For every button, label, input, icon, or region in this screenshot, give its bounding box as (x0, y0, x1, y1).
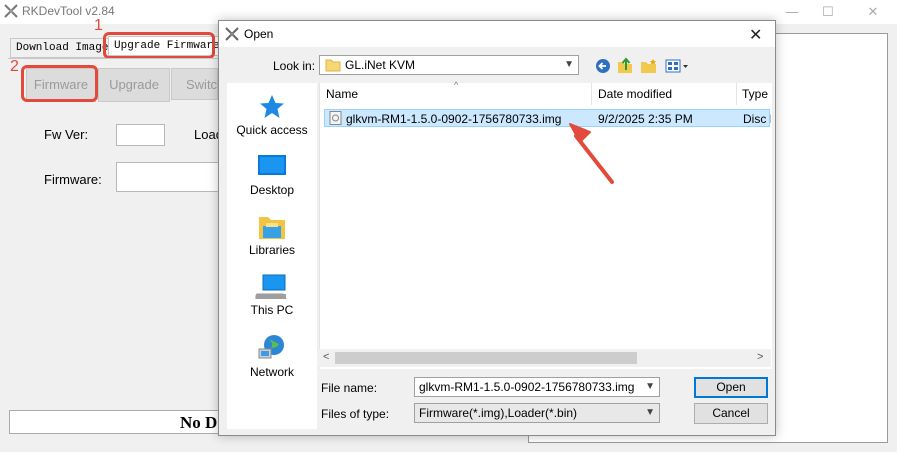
file-list: Name ^ Date modified Type glkvm-RM1-1.5.… (319, 80, 772, 369)
maximize-button[interactable]: ☐ (813, 3, 843, 21)
panel-border (8, 58, 220, 59)
fw-ver-label: Fw Ver: (44, 127, 89, 142)
open-button[interactable]: Open (694, 377, 768, 398)
dialog-title: Open (244, 27, 274, 41)
scroll-right-icon[interactable]: > (757, 351, 763, 363)
folder-icon (325, 59, 341, 72)
sort-up-icon: ^ (454, 80, 459, 90)
back-icon[interactable] (595, 58, 611, 74)
column-type[interactable]: Type (742, 87, 768, 101)
annotation-1: 1 (94, 17, 103, 34)
column-divider (736, 83, 737, 105)
desktop-icon (258, 155, 286, 175)
rk-tool-icon (4, 4, 18, 18)
place-quick-access[interactable]: Quick access (227, 93, 317, 137)
file-type-cell: Disc I (743, 112, 771, 126)
place-label: Libraries (248, 243, 296, 257)
file-row[interactable]: glkvm-RM1-1.5.0-0902-1756780733.img 9/2/… (324, 109, 771, 127)
fw-ver-field (116, 124, 165, 146)
status-bar: No D (9, 410, 221, 434)
file-name-label: File name: (321, 381, 378, 395)
subtab-switch[interactable]: Switch (171, 68, 224, 100)
highlight-firmware-subtab (21, 65, 98, 102)
place-label: This PC (250, 303, 294, 317)
place-this-pc[interactable]: This PC (227, 273, 317, 317)
dialog-close-icon[interactable]: ✕ (749, 25, 762, 45)
open-dialog: Open ✕ Look in: GL.iNet KVM ▼ Quick acce… (218, 20, 776, 436)
firmware-label: Firmware: (44, 172, 102, 187)
libraries-icon (259, 217, 285, 239)
file-name-value: glkvm-RM1-1.5.0-0902-1756780733.img (419, 380, 635, 394)
chevron-down-icon: ▼ (645, 381, 655, 392)
tab-download-image[interactable]: Download Image (10, 38, 115, 58)
highlight-upgrade-tab (103, 32, 215, 59)
look-in-dropdown[interactable]: GL.iNet KVM ▼ (319, 55, 579, 75)
view-menu-icon[interactable] (665, 58, 689, 74)
app-title: RKDevTool v2.84 (22, 4, 115, 18)
scrollbar-thumb[interactable] (335, 352, 637, 364)
places-bar: Quick access Desktop Libraries This PC N… (227, 83, 317, 429)
scroll-left-icon[interactable]: < (323, 351, 329, 363)
files-of-type-dropdown[interactable]: Firmware(*.img),Loader(*.bin) ▼ (414, 403, 660, 423)
files-of-type-label: Files of type: (321, 407, 390, 421)
network-globe-icon (258, 335, 284, 359)
minimize-button[interactable]: — (777, 3, 807, 21)
look-in-value: GL.iNet KVM (345, 58, 416, 72)
file-name-input[interactable]: glkvm-RM1-1.5.0-0902-1756780733.img ▼ (414, 377, 660, 397)
subtab-upgrade[interactable]: Upgrade (98, 68, 170, 102)
disc-image-icon (329, 111, 342, 125)
place-libraries[interactable]: Libraries (227, 213, 317, 257)
place-label: Network (249, 365, 294, 379)
chevron-down-icon: ▼ (564, 59, 574, 70)
place-label: Desktop (249, 183, 295, 197)
chevron-down-icon: ▼ (645, 407, 655, 418)
files-of-type-value: Firmware(*.img),Loader(*.bin) (419, 406, 578, 420)
annotation-arrow (569, 123, 614, 184)
computer-icon (255, 274, 287, 299)
column-name[interactable]: Name (326, 87, 358, 101)
column-divider (591, 83, 592, 105)
star-icon (260, 95, 284, 118)
place-label: Quick access (236, 123, 308, 137)
new-folder-icon[interactable] (640, 58, 658, 74)
dialog-titlebar (219, 21, 775, 47)
column-date-modified[interactable]: Date modified (598, 87, 672, 101)
close-app-button[interactable]: ✕ (858, 3, 888, 21)
dialog-app-icon (225, 27, 239, 41)
cancel-button[interactable]: Cancel (694, 403, 768, 424)
file-name-cell: glkvm-RM1-1.5.0-0902-1756780733.img (346, 112, 562, 126)
look-in-label: Look in: (273, 59, 316, 73)
up-folder-icon[interactable] (617, 57, 633, 74)
firmware-path-field (116, 162, 222, 192)
annotation-2: 2 (10, 58, 19, 75)
horizontal-scrollbar[interactable]: < > (319, 349, 771, 367)
place-desktop[interactable]: Desktop (227, 153, 317, 197)
place-network[interactable]: Network (227, 333, 317, 379)
